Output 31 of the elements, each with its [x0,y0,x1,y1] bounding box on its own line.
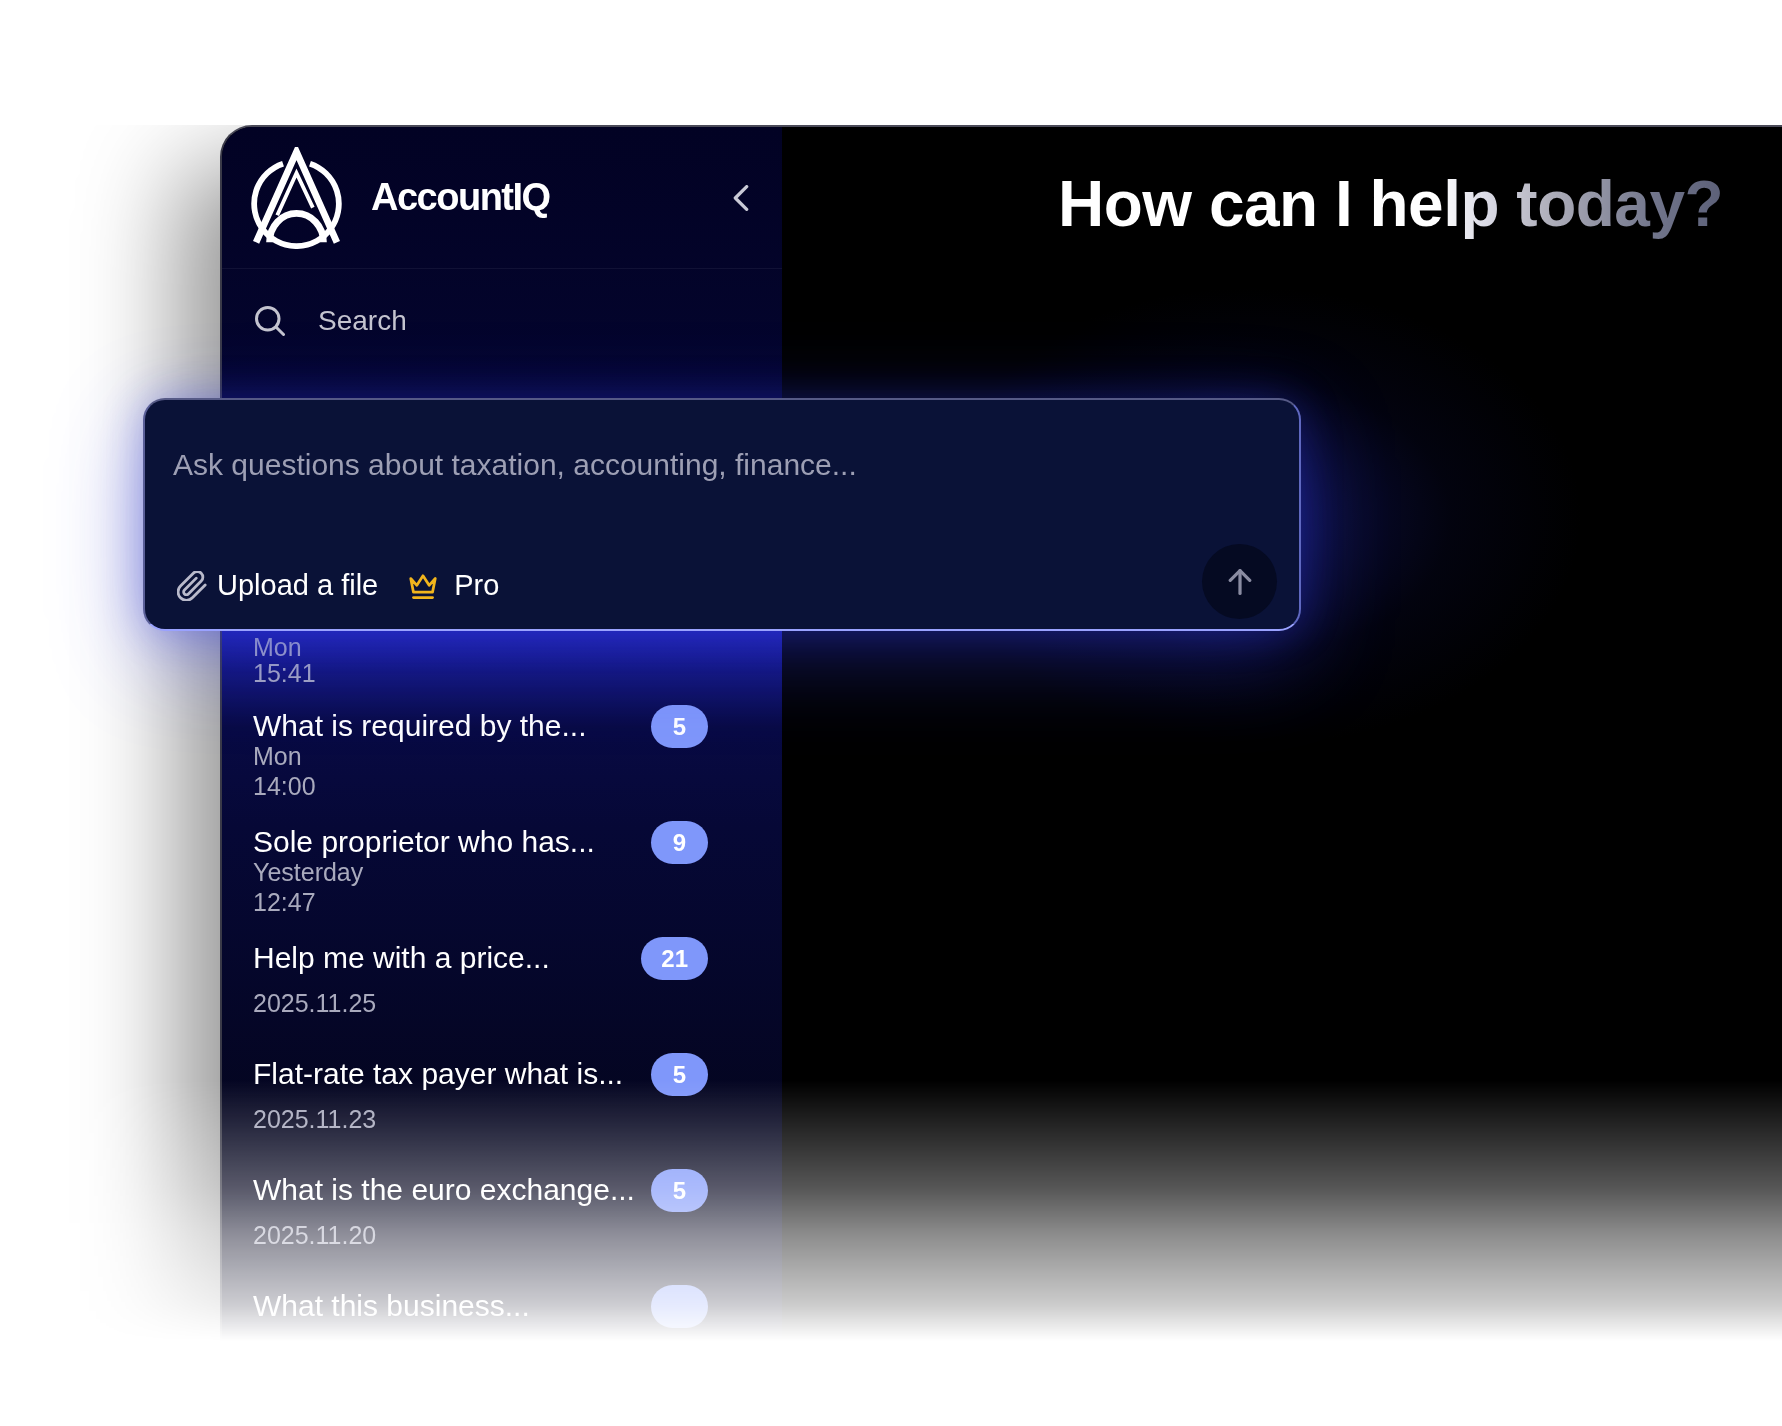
chat-title[interactable]: Help me with a price... [253,943,550,973]
message-count-badge: 21 [641,936,708,980]
chat-date: Yesterday [253,858,364,887]
brand-name: AccountIQ [371,176,550,219]
paperclip-icon [177,570,207,601]
chat-title[interactable]: Sole proprietor who has... [253,827,595,857]
chat-time: 12:47 [253,887,316,917]
chat-date: 2025.11.23 [253,1104,377,1134]
message-composer[interactable]: Ask questions about taxation, accounting, finance... Upload a file Pro [143,398,1301,631]
search-icon [255,306,285,336]
arrow-up-icon [1226,568,1253,595]
message-count-badge [651,1284,708,1328]
message-count-badge: 9 [651,820,708,864]
chat-time: 15:41 [253,659,316,686]
chat-date: Mon [253,633,302,660]
message-count-badge: 5 [651,1052,708,1096]
chat-date: 2025.11.20 [253,1220,377,1250]
message-count-badge: 5 [651,1168,708,1212]
chat-title[interactable]: What is the euro exchange... [253,1175,635,1205]
chat-date: Mon [253,741,302,771]
chat-title[interactable]: Flat-rate tax payer what is... [253,1059,624,1089]
chat-date: 2025.11.25 [253,988,377,1018]
logo-icon [249,146,344,249]
message-input[interactable]: Ask questions about taxation, accounting, finance... [173,446,1277,548]
chevron-left-icon [731,184,751,211]
pro-button[interactable]: Pro [404,569,504,602]
chat-title[interactable]: What is required by the... [253,711,587,741]
upload-button[interactable]: Upload a file [173,569,383,602]
chat-time: 14:00 [253,771,316,801]
search-nav-item[interactable]: Search [251,297,415,345]
message-count-badge: 5 [651,704,708,748]
